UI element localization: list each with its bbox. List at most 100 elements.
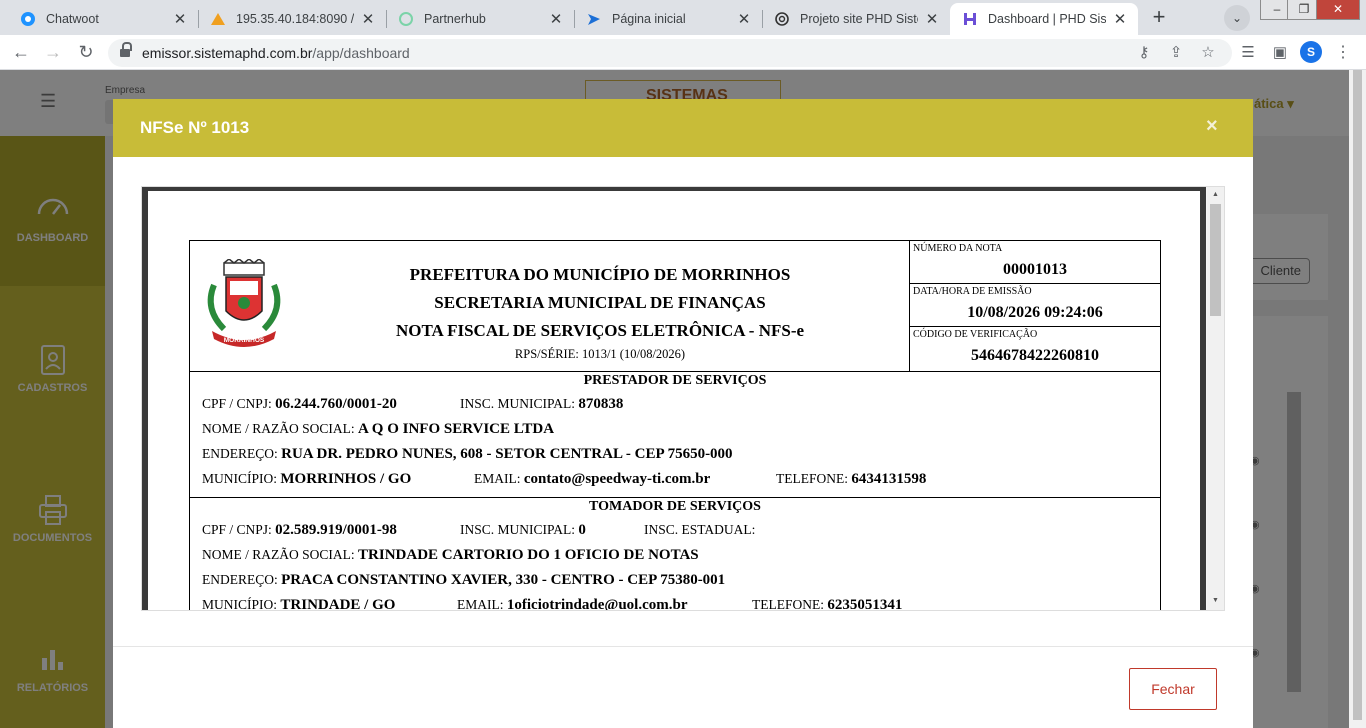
frame-scrollbar[interactable]: ▲ ▼ [1207, 187, 1224, 610]
profile-avatar[interactable]: S [1300, 41, 1322, 63]
url-host: emissor.sistemaphd.com.br [142, 45, 313, 61]
tomador-nome: NOME / RAZÃO SOCIAL: TRINDADE CARTORIO D… [202, 547, 699, 564]
fechar-button[interactable]: Fechar [1129, 668, 1217, 710]
close-icon[interactable]: × [1206, 115, 1218, 138]
tab-close-icon[interactable]: ✕ [360, 10, 376, 28]
new-tab-icon[interactable]: + [1146, 5, 1172, 31]
prestador-municipio: MUNICÍPIO: MORRINHOS / GO [202, 471, 411, 488]
header-line-secretaria: SECRETARIA MUNICIPAL DE FINANÇAS [434, 293, 766, 312]
scroll-up-icon[interactable]: ▲ [1212, 191, 1219, 198]
tab-partnerhub[interactable]: Partnerhub ✕ [386, 3, 574, 35]
field-value: PRACA CONSTANTINO XAVIER, 330 - CENTRO -… [281, 572, 726, 588]
share-icon[interactable]: ⇪ [1166, 43, 1186, 63]
field-value: TRINDADE CARTORIO DO 1 OFICIO DE NOTAS [358, 547, 699, 563]
tab-dashboard[interactable]: Dashboard | PHD Sisten ✕ [950, 3, 1138, 35]
tomador-endereco: ENDEREÇO: PRACA CONSTANTINO XAVIER, 330 … [202, 572, 725, 589]
field-label: MUNICÍPIO: [202, 471, 278, 486]
nfse-header-right: NÚMERO DA NOTA 00001013 DATA/HORA DE EMI… [910, 241, 1160, 371]
field-label: EMAIL: [474, 471, 521, 486]
field-value: contato@speedway-ti.com.br [523, 471, 711, 487]
modal-header: NFSe Nº 1013 × [113, 99, 1253, 157]
field-value: TRINDADE / GO [280, 597, 396, 611]
field-value: 0 [578, 522, 586, 538]
coat-label: MORRINHOS [224, 337, 265, 344]
tab-chatwoot[interactable]: Chatwoot ✕ [8, 3, 198, 35]
nfse-modal: NFSe Nº 1013 × MORRINHOS PREFEITURA DO M… [113, 99, 1253, 728]
address-bar[interactable]: emissor.sistemaphd.com.br/app/dashboard … [108, 39, 1232, 67]
field-label: INSC. MUNICIPAL: [460, 522, 576, 537]
field-label: EMAIL: [457, 597, 504, 611]
scroll-down-icon[interactable]: ▼ [1212, 597, 1219, 604]
tab-projeto-site[interactable]: Projeto site PHD Sistem ✕ [762, 3, 950, 35]
codigo-verificacao-label: CÓDIGO DE VERIFICAÇÃO [913, 329, 1038, 340]
field-value: 870838 [578, 396, 624, 412]
tab-close-icon[interactable]: ✕ [1112, 10, 1128, 28]
field-label: TELEFONE: [776, 471, 848, 486]
tab-close-icon[interactable]: ✕ [548, 10, 564, 28]
nfse-header: MORRINHOS PREFEITURA DO MUNICÍPIO DE MOR… [189, 240, 1161, 372]
field-value: MORRINHOS / GO [280, 471, 412, 487]
data-emissao-value: 10/08/2026 09:24:06 [967, 304, 1103, 321]
chatwoot-icon [20, 11, 36, 27]
tab-title: Partnerhub [424, 12, 486, 26]
kebab-menu-icon[interactable]: ⋮ [1334, 44, 1352, 62]
lock-icon [120, 42, 132, 58]
reading-list-icon[interactable]: ☰ [1238, 43, 1258, 63]
partnerhub-icon [398, 11, 414, 27]
field-value: A Q O INFO SERVICE LTDA [358, 421, 555, 437]
tab-pagina-inicial[interactable]: Página inicial ✕ [574, 3, 762, 35]
coat-of-arms-logo: MORRINHOS [200, 258, 288, 355]
tomador-im: INSC. MUNICIPAL: 0 [460, 522, 586, 539]
window-close-icon[interactable]: ✕ [1316, 0, 1360, 20]
rps-serie: RPS/SÉRIE: 1013/1 (10/08/2026) [514, 347, 686, 361]
reload-icon[interactable]: ↻ [74, 41, 98, 65]
field-label: NOME / RAZÃO SOCIAL: [202, 547, 355, 562]
prestador-endereco: ENDEREÇO: RUA DR. PEDRO NUNES, 608 - SET… [202, 446, 733, 463]
tomador-municipio: MUNICÍPIO: TRINDADE / GO [202, 597, 396, 611]
field-label: MUNICÍPIO: [202, 597, 278, 611]
tab-phpmyadmin[interactable]: 195.35.40.184:8090 / lo ✕ [198, 3, 386, 35]
field-value: 06.244.760/0001-20 [275, 396, 397, 412]
field-label: ENDEREÇO: [202, 446, 278, 461]
page-scrollbar[interactable] [1349, 70, 1366, 728]
codigo-verificacao-value: 5464678422260810 [971, 347, 1099, 364]
tomador-section: TOMADOR DE SERVIÇOS CPF / CNPJ: 02.589.9… [189, 497, 1161, 611]
chevron-down-icon[interactable]: ⌄ [1224, 5, 1250, 31]
key-icon[interactable]: ⚷ [1134, 43, 1154, 63]
modal-footer-divider [113, 646, 1253, 647]
codigo-verificacao-cell: CÓDIGO DE VERIFICAÇÃO 5464678422260810 [910, 327, 1160, 370]
prestador-email: EMAIL: contato@speedway-ti.com.br [474, 471, 710, 488]
numero-nota-label: NÚMERO DA NOTA [913, 243, 1003, 254]
tab-close-icon[interactable]: ✕ [172, 10, 188, 28]
forward-icon[interactable]: → [41, 41, 65, 65]
nfse-preview-frame[interactable]: MORRINHOS PREFEITURA DO MUNICÍPIO DE MOR… [141, 186, 1225, 611]
field-label: NOME / RAZÃO SOCIAL: [202, 421, 355, 436]
field-label: CPF / CNPJ: [202, 396, 272, 411]
data-emissao-cell: DATA/HORA DE EMISSÃO 10/08/2026 09:24:06 [910, 284, 1160, 327]
field-label: INSC. ESTADUAL: [644, 522, 756, 537]
field-label: INSC. MUNICIPAL: [460, 396, 576, 411]
star-icon[interactable]: ☆ [1198, 43, 1218, 63]
header-line-prefeitura: PREFEITURA DO MUNICÍPIO DE MORRINHOS [409, 265, 791, 284]
tab-close-icon[interactable]: ✕ [736, 10, 752, 28]
numero-nota-value: 00001013 [1003, 261, 1067, 278]
tab-close-icon[interactable]: ✕ [924, 10, 940, 28]
field-label: CPF / CNPJ: [202, 522, 272, 537]
data-emissao-label: DATA/HORA DE EMISSÃO [913, 286, 1032, 297]
tab-title: Página inicial [612, 12, 686, 26]
header-line-nota-fiscal: NOTA FISCAL DE SERVIÇOS ELETRÔNICA - NFS… [395, 321, 805, 340]
field-label: TELEFONE: [752, 597, 824, 611]
side-panel-icon[interactable]: ▣ [1270, 43, 1290, 63]
field-value: 1oficiotrindade@uol.com.br [506, 597, 688, 611]
tab-title: Chatwoot [46, 12, 99, 26]
prestador-section: PRESTADOR DE SERVIÇOS CPF / CNPJ: 06.244… [189, 372, 1161, 498]
browser-tab-bar: Chatwoot ✕ 195.35.40.184:8090 / lo ✕ Par… [0, 0, 1366, 35]
prestador-im: INSC. MUNICIPAL: 870838 [460, 396, 623, 413]
url-path: /app/dashboard [312, 45, 410, 61]
back-icon[interactable]: ← [9, 41, 33, 65]
prestador-cpf: CPF / CNPJ: 06.244.760/0001-20 [202, 396, 397, 413]
field-label: ENDEREÇO: [202, 572, 278, 587]
frame-scrollbar-thumb[interactable] [1210, 204, 1221, 316]
page-scrollbar-thumb[interactable] [1353, 70, 1362, 720]
openai-icon [774, 11, 790, 27]
